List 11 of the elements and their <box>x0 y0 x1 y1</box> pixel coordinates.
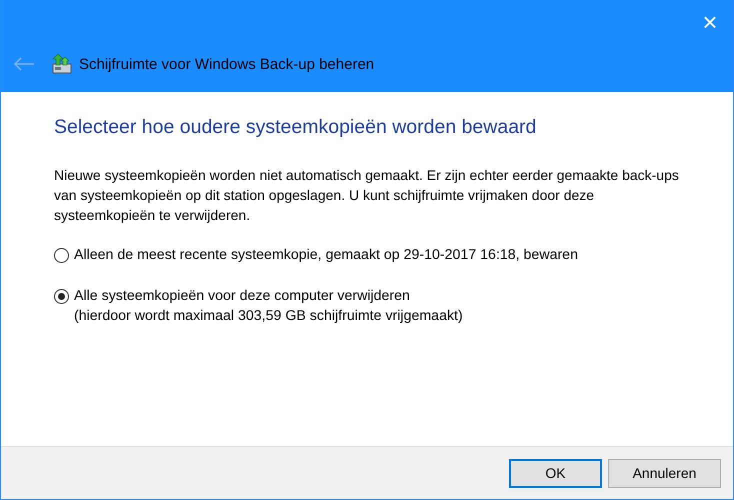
option-note: (hierdoor wordt maximaal 303,59 GB schijfruimte vrijgemaakt) <box>74 307 463 326</box>
radio-button[interactable] <box>54 289 69 304</box>
window-title: Schijfruimte voor Windows Back-up beheren <box>79 56 374 72</box>
description-text: Nieuwe systeemkopieën worden niet automatisch gemaakt. Er zijn echter eerder gemaakte back-ups van systeemkopieën op dit station opgeslagen. U kunt schijfruimte vrijmaken door deze systeemkopieën te verwijderen. <box>54 166 679 225</box>
dialog-button[interactable]: OK <box>509 458 602 488</box>
option-label[interactable]: Alleen de meest recente systeemkopie, gemaakt op 29-10-2017 16:18, bewaren <box>74 245 578 265</box>
radio-button[interactable] <box>54 248 69 263</box>
page-heading: Selecteer hoe oudere systeemkopieën worden bewaard <box>54 116 538 139</box>
dialog-button[interactable]: Annuleren <box>608 458 721 488</box>
backup-drive-icon <box>51 53 73 75</box>
option-label[interactable]: Alle systeemkopieën voor deze computer verwijderen <box>74 286 463 306</box>
